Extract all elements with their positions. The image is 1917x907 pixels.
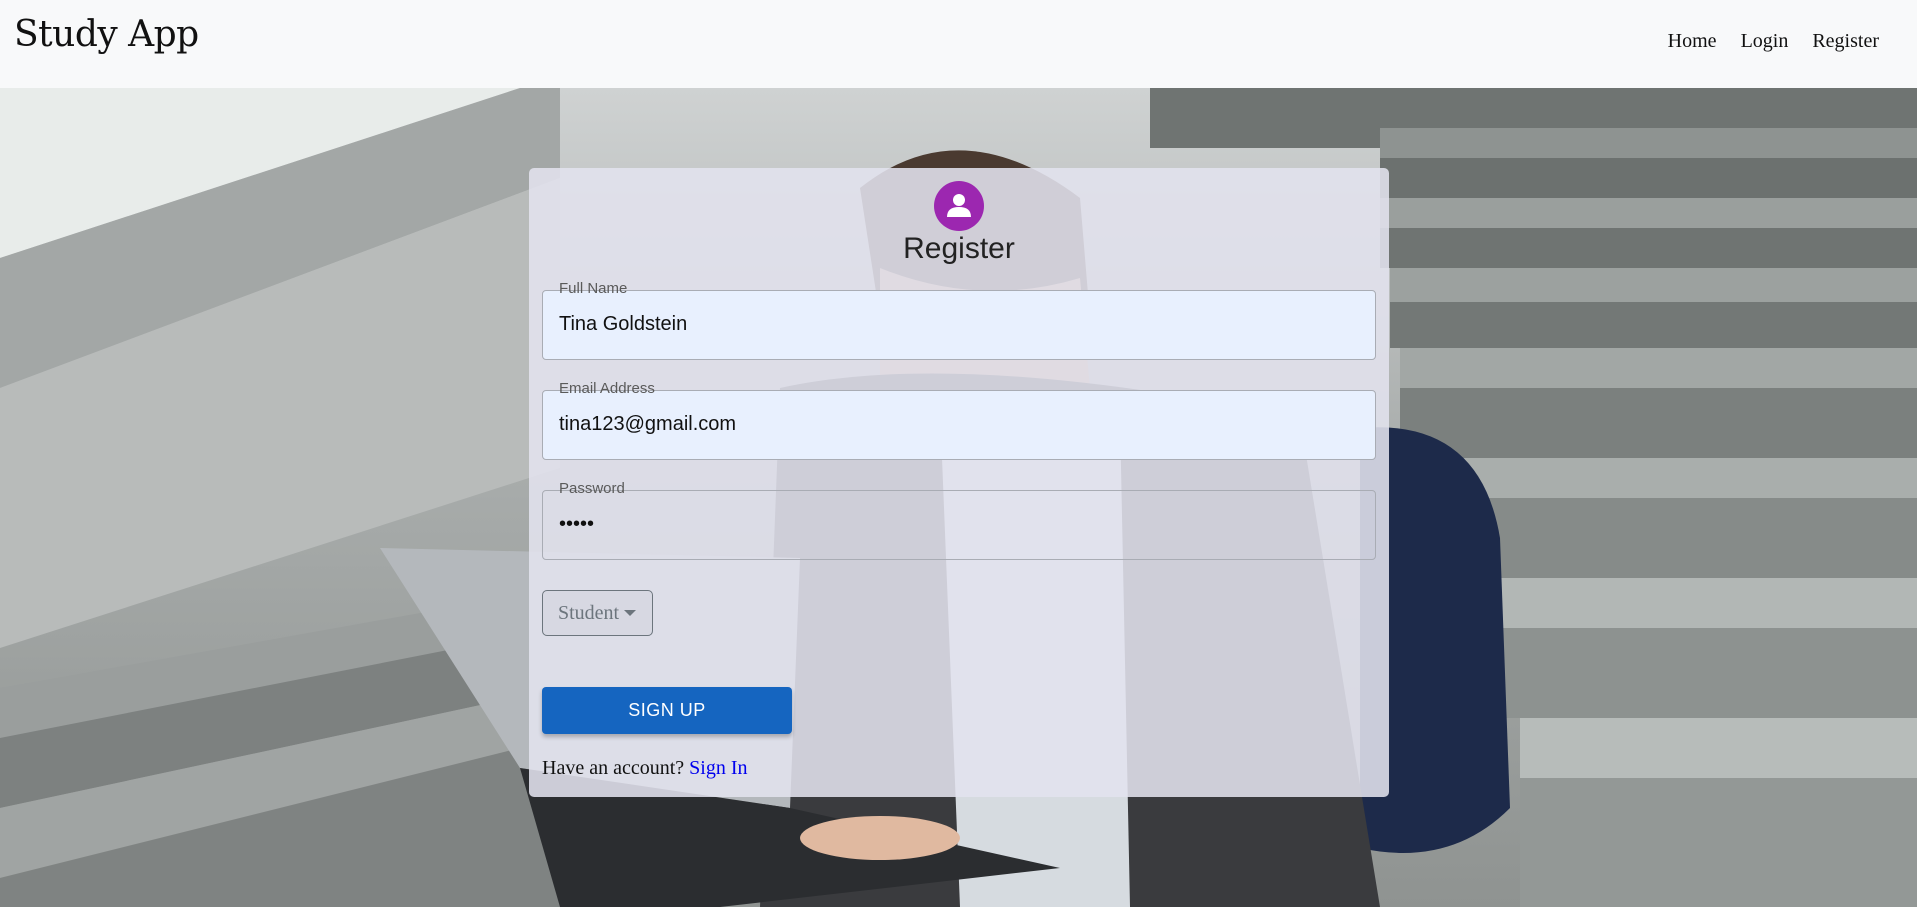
register-card: Register Full Name Tina Goldstein Email … bbox=[529, 168, 1389, 797]
nav-links: Home Login Register bbox=[1668, 30, 1879, 53]
password-label: Password bbox=[555, 480, 629, 497]
role-select[interactable]: Student bbox=[542, 590, 653, 636]
full-name-field[interactable]: Full Name Tina Goldstein bbox=[542, 280, 1376, 360]
email-value[interactable]: tina123@gmail.com bbox=[559, 413, 736, 436]
app-brand[interactable]: Study App bbox=[14, 14, 199, 55]
email-field[interactable]: Email Address tina123@gmail.com bbox=[542, 380, 1376, 460]
password-value[interactable]: ••••• bbox=[559, 513, 594, 536]
full-name-value[interactable]: Tina Goldstein bbox=[559, 313, 687, 336]
account-prompt-line: Have an account? Sign In bbox=[542, 757, 747, 780]
caret-down-icon bbox=[624, 610, 636, 616]
avatar bbox=[934, 181, 984, 231]
page-title: Register bbox=[903, 232, 1015, 265]
password-field[interactable]: Password ••••• bbox=[542, 480, 1376, 560]
nav-home-link[interactable]: Home bbox=[1668, 30, 1717, 53]
nav-login-link[interactable]: Login bbox=[1741, 30, 1789, 53]
top-navbar: Study App Home Login Register bbox=[0, 0, 1917, 88]
person-icon bbox=[947, 194, 971, 217]
account-prompt-text: Have an account? bbox=[542, 757, 685, 779]
sign-up-button[interactable]: SIGN UP bbox=[542, 687, 792, 734]
full-name-label: Full Name bbox=[555, 280, 632, 297]
sign-in-link[interactable]: Sign In bbox=[689, 757, 747, 779]
email-label: Email Address bbox=[555, 380, 659, 397]
role-select-value: Student bbox=[558, 602, 620, 624]
nav-register-link[interactable]: Register bbox=[1812, 30, 1879, 53]
